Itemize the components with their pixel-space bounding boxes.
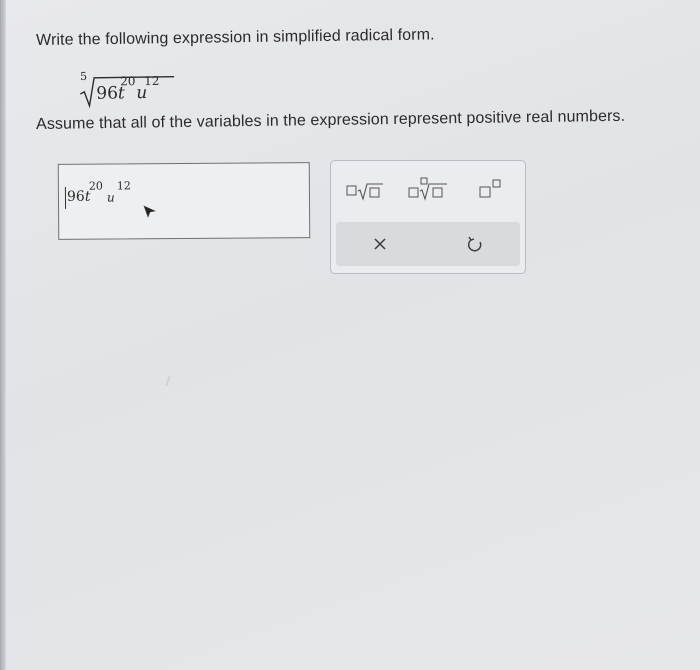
- answer-variable-u: u: [106, 190, 115, 205]
- math-toolbar: [330, 160, 526, 274]
- assumption-text: Assume that all of the variables in the …: [36, 107, 626, 133]
- radical-expression: 5 96t 20 u 12: [78, 68, 189, 110]
- mouse-pointer-icon: [143, 205, 156, 218]
- answer-exponent-t: 20: [88, 179, 103, 193]
- answer-coefficient: 96t: [66, 188, 91, 205]
- expression-exponent-u: 12: [144, 73, 160, 89]
- expression-exponent-t: 20: [120, 74, 136, 89]
- answer-input-box[interactable]: 96t 20 u 12: [57, 162, 311, 240]
- nth-root-template-icon[interactable]: [407, 175, 451, 205]
- screen-speck: [165, 375, 171, 387]
- screen-left-edge: [0, 0, 6, 670]
- superscript-template-icon[interactable]: [477, 175, 511, 205]
- text-caret: [64, 186, 67, 209]
- square-root-template-icon[interactable]: [345, 175, 387, 205]
- answer-exponent-u: 12: [116, 179, 131, 193]
- undo-icon[interactable]: [457, 230, 493, 258]
- clear-x-icon[interactable]: [362, 230, 398, 258]
- question-prompt: Write the following expression in simpli…: [36, 26, 435, 49]
- toolbar-action-bar: [336, 222, 520, 266]
- radical-index: 5: [79, 69, 88, 83]
